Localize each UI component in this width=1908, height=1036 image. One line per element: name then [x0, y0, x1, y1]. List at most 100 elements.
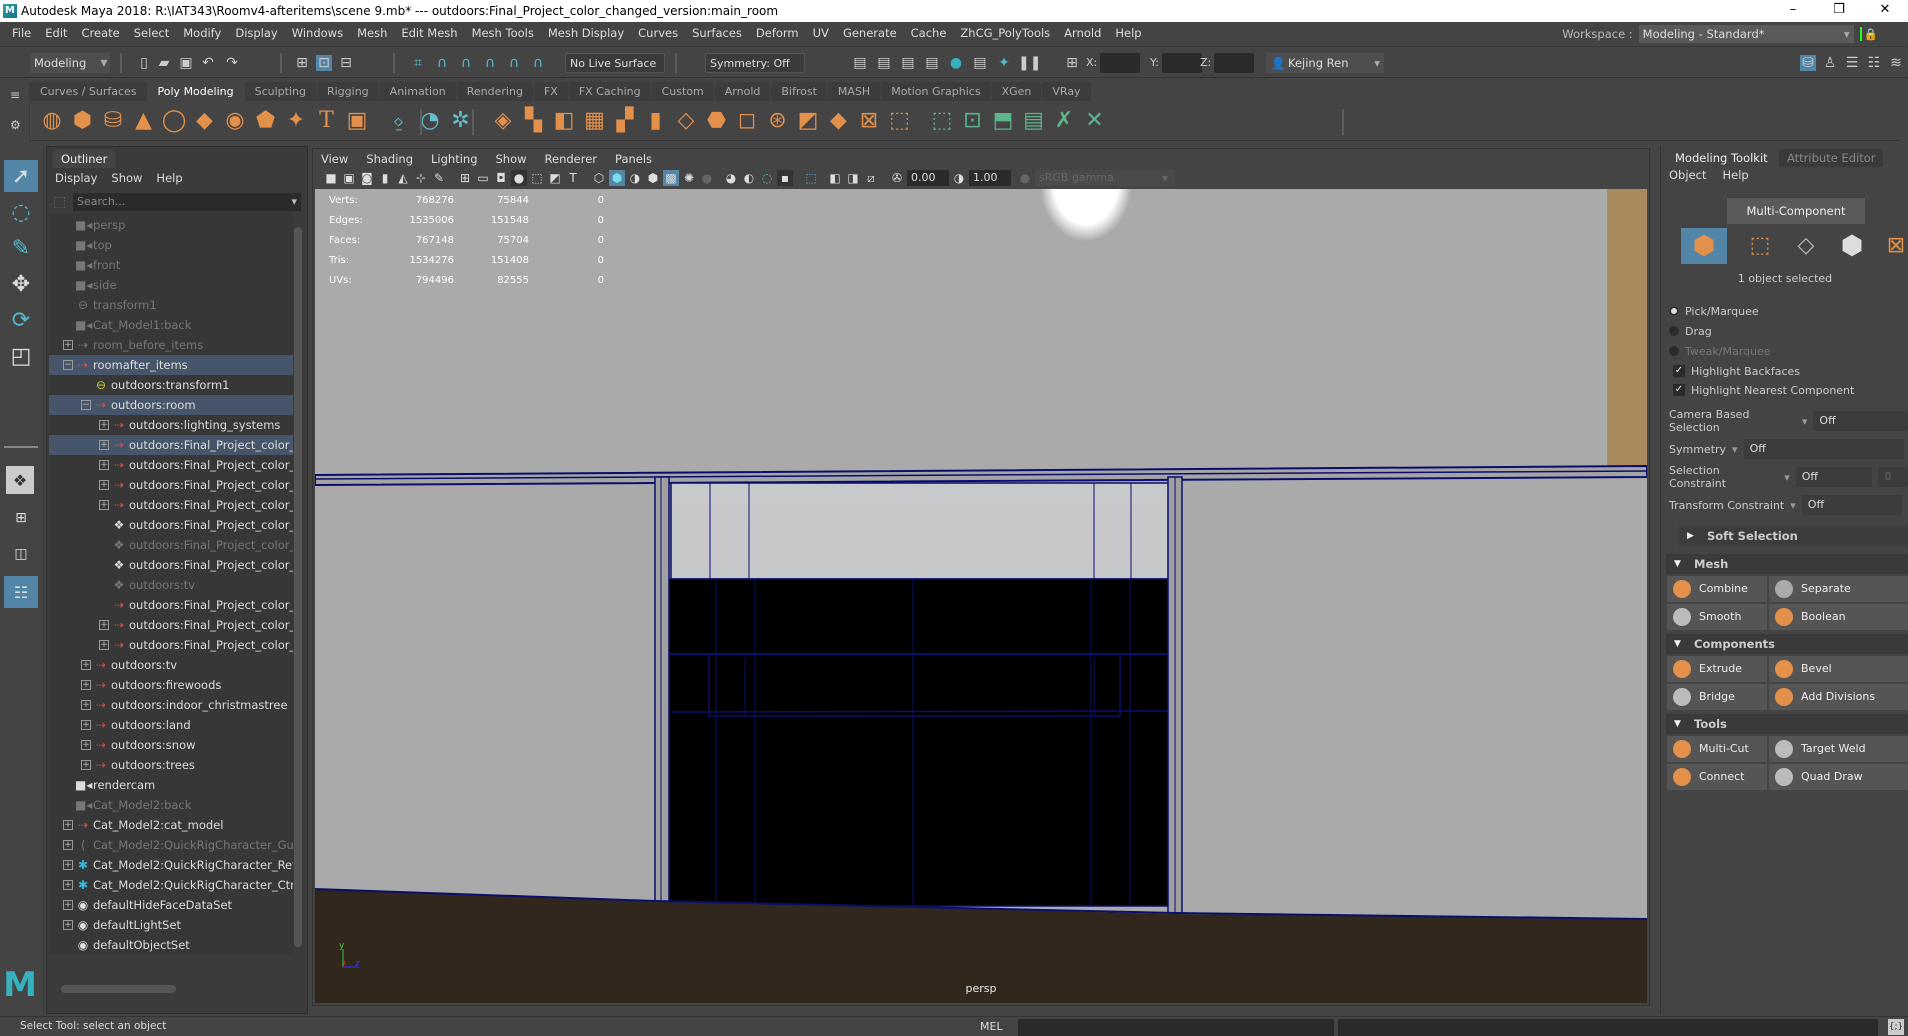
live-surface-field[interactable]: No Live Surface — [565, 53, 665, 73]
expand-icon[interactable]: + — [81, 680, 91, 690]
shelf-tab-rendering[interactable]: Rendering — [456, 82, 533, 101]
wireframe-icon[interactable]: ⬡ — [591, 170, 607, 186]
shelf-tab-vray[interactable]: VRay — [1042, 82, 1091, 101]
field-chart-icon[interactable]: ⬚ — [529, 170, 545, 186]
uv-editor-icon[interactable]: ▤ — [1020, 106, 1048, 134]
drag-option[interactable]: Drag — [1669, 320, 1712, 342]
viewport-menu-show[interactable]: Show — [496, 152, 527, 166]
expand-icon[interactable]: + — [99, 480, 109, 490]
symmetry-dropdown[interactable]: Off — [1743, 439, 1904, 459]
exposure-field[interactable]: 0.00 — [907, 170, 949, 186]
grid-icon[interactable]: ⊞ — [457, 170, 473, 186]
lasso-tool-icon[interactable]: ◌ — [4, 196, 38, 228]
shelf-tab-sculpting[interactable]: Sculpting — [244, 82, 316, 101]
uv-unfold-icon[interactable]: ✗ — [1050, 106, 1078, 134]
snap-view-plane-icon[interactable]: ∩ — [482, 55, 498, 71]
menu-arnold[interactable]: Arnold — [1058, 26, 1109, 40]
lock-camera-icon[interactable]: ▣ — [341, 170, 357, 186]
2d-pan-zoom-icon[interactable]: ⊹ — [413, 170, 429, 186]
transform-mode-icon[interactable]: ⊞ — [1064, 55, 1080, 71]
expand-icon[interactable]: + — [63, 880, 73, 890]
tweak-marquee-option[interactable]: Tweak/Marquee — [1669, 340, 1771, 362]
viewport-menu-shading[interactable]: Shading — [366, 152, 413, 166]
viewport-menu-renderer[interactable]: Renderer — [545, 152, 598, 166]
outliner-item[interactable]: ❖ outdoors:tv — [49, 575, 293, 595]
outliner-item[interactable]: ■◂ rendercam — [49, 775, 293, 795]
outliner-item[interactable]: + ⇢ outdoors:lighting_systems — [49, 415, 293, 435]
outliner-item[interactable]: ❖ outdoors:Final_Project_color_cha — [49, 515, 293, 535]
smooth-shade-icon[interactable]: ⬢ — [609, 170, 625, 186]
expand-icon[interactable]: + — [99, 640, 109, 650]
four-view-layout-icon[interactable]: ⊞ — [4, 502, 38, 534]
boolean-icon[interactable]: ▞ — [611, 106, 639, 134]
menu-edit[interactable]: Edit — [39, 26, 75, 40]
color-management-icon[interactable]: ● — [1017, 170, 1033, 186]
poly-cube-icon[interactable]: ⬢ — [69, 106, 97, 134]
menu-display[interactable]: Display — [229, 26, 285, 40]
append-icon[interactable]: ◻ — [733, 106, 761, 134]
super-shape-icon[interactable]: ✦ — [282, 106, 310, 134]
outliner-vertical-scrollbar[interactable] — [293, 217, 303, 957]
shelf-tab-motion-graphics[interactable]: Motion Graphics — [881, 82, 991, 101]
outliner-item[interactable]: ⊖ transform1 — [49, 295, 293, 315]
poly-cone-icon[interactable]: ▲ — [130, 106, 158, 134]
user-account-dropdown[interactable]: 👤 Kejing Ren ▾ — [1266, 53, 1384, 73]
undo-icon[interactable]: ↶ — [200, 55, 216, 71]
outliner-item[interactable]: + ⇢ outdoors:tv — [49, 655, 293, 675]
section-components[interactable]: Components — [1666, 634, 1908, 654]
outliner-item[interactable]: ■◂ persp — [49, 215, 293, 235]
outliner-menu-display[interactable]: Display — [55, 171, 97, 185]
gamma-icon[interactable]: ◑ — [951, 170, 967, 186]
xray-icon[interactable]: ◧ — [827, 170, 843, 186]
expand-icon[interactable]: + — [63, 860, 73, 870]
snap-point-icon[interactable]: ∩ — [458, 55, 474, 71]
xray-joints-icon[interactable]: ◨ — [845, 170, 861, 186]
expand-icon[interactable]: + — [99, 620, 109, 630]
depth-of-field-icon[interactable]: ▪ — [777, 170, 793, 186]
default-material-icon[interactable]: ◑ — [627, 170, 643, 186]
menu-mesh-tools[interactable]: Mesh Tools — [466, 26, 542, 40]
expand-icon[interactable]: + — [81, 660, 91, 670]
bookmarks-icon[interactable]: ▮ — [377, 170, 393, 186]
viewport-menu-panels[interactable]: Panels — [615, 152, 652, 166]
outliner-item[interactable]: − ⇢ roomafter_items — [49, 355, 293, 375]
new-scene-icon[interactable]: ▯ — [136, 55, 152, 71]
select-component-icon[interactable]: ⊟ — [338, 55, 354, 71]
snap-curve-icon[interactable]: ∩ — [434, 55, 450, 71]
z-field[interactable] — [1214, 53, 1254, 73]
outliner-item[interactable]: + ⇢ outdoors:Final_Project_color_cha — [49, 635, 293, 655]
section-mesh[interactable]: Mesh — [1666, 554, 1908, 574]
outliner-item[interactable]: ⇢ outdoors:Final_Project_color_cha — [49, 595, 293, 615]
extrude-icon[interactable]: ▮ — [642, 106, 670, 134]
menu-surfaces[interactable]: Surfaces — [686, 26, 750, 40]
open-scene-icon[interactable]: ▰ — [156, 55, 172, 71]
outliner-item[interactable]: + ⇢ outdoors:Final_Project_color_cha — [49, 455, 293, 475]
expand-icon[interactable]: + — [99, 500, 109, 510]
single-perspective-layout-icon[interactable]: ❖ — [6, 466, 34, 494]
outliner-item[interactable]: ■◂ top — [49, 235, 293, 255]
filter-icon[interactable]: ⬚ — [53, 194, 66, 210]
poly-type-icon[interactable]: T — [313, 106, 341, 134]
viewport-scene[interactable]: Verts: 768276 75844 0 Edges: 1535006 151548 0 Fa… — [315, 189, 1647, 1003]
shelf-tab-animation[interactable]: Animation — [379, 82, 456, 101]
tab-modeling-toolkit[interactable]: Modeling Toolkit — [1667, 149, 1776, 167]
poly-sphere-icon[interactable]: ◍ — [38, 106, 66, 134]
select-hierarchy-icon[interactable]: ⊞ — [294, 55, 310, 71]
planar-uv-icon[interactable]: ⊠ — [855, 106, 883, 134]
menu-edit-mesh[interactable]: Edit Mesh — [395, 26, 465, 40]
shelf-tab-arnold[interactable]: Arnold — [714, 82, 771, 101]
toolkit-menu-help[interactable]: Help — [1722, 168, 1748, 182]
resolution-gate-icon[interactable]: ◘ — [493, 170, 509, 186]
contour-stretch-icon[interactable]: ⬒ — [989, 106, 1017, 134]
shelf-tab-custom[interactable]: Custom — [651, 82, 714, 101]
collapse-icon[interactable]: − — [63, 360, 73, 370]
edge-mode-icon[interactable]: ◇ — [1783, 228, 1829, 264]
anti-aliasing-icon[interactable]: ◌ — [759, 170, 775, 186]
smooth-icon[interactable]: ▦ — [581, 106, 609, 134]
wireframe-on-shaded-icon[interactable]: ⬢ — [645, 170, 661, 186]
separate-button[interactable]: Separate — [1769, 576, 1908, 602]
vertex-mode-icon[interactable]: ⬚ — [1737, 228, 1783, 264]
tab-attribute-editor[interactable]: Attribute Editor — [1779, 149, 1884, 167]
menu-generate[interactable]: Generate — [837, 26, 905, 40]
outliner-item[interactable]: ■◂ side — [49, 275, 293, 295]
